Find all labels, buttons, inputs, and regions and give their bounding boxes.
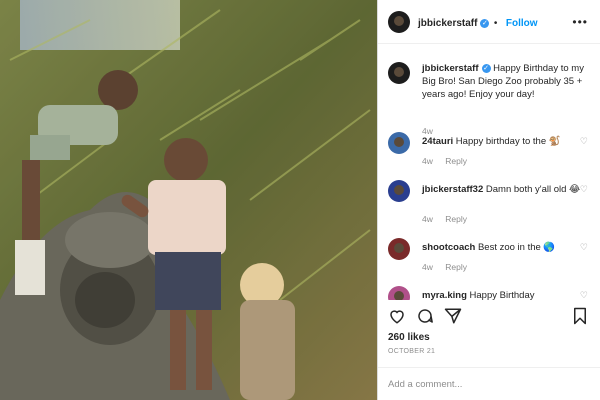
comment-text: Best zoo in the 🌎 <box>477 242 556 253</box>
list-item: shootcoach Best zoo in the 🌎 ♡ 4w Reply <box>388 238 590 278</box>
add-comment-bar[interactable]: Add a comment... <box>378 367 600 400</box>
reply-button[interactable]: Reply <box>445 262 467 272</box>
post-header: jbbickerstaff ✓ • Follow ••• <box>378 0 600 44</box>
reply-button[interactable]: Reply <box>445 156 467 166</box>
action-bar <box>378 302 600 332</box>
commenter-avatar[interactable] <box>388 286 410 300</box>
author-block: jbbickerstaff ✓ • Follow <box>418 13 538 31</box>
caption-username[interactable]: jbbickerstaff <box>422 63 479 74</box>
commenter-avatar[interactable] <box>388 238 410 260</box>
comment-icon[interactable] <box>416 307 434 325</box>
comment-meta: 4w Reply <box>422 156 477 166</box>
comment-username[interactable]: shootcoach <box>422 242 475 253</box>
heart-icon[interactable]: ♡ <box>580 242 588 253</box>
caption-text-block: jbbickerstaff ✓ Happy Birthday to my Big … <box>422 62 586 101</box>
comment-age: 4w <box>422 214 433 224</box>
comment-username[interactable]: jbickerstaff32 <box>422 184 483 195</box>
comment-text: Happy Birthday <box>469 290 535 300</box>
comment-text-block: shootcoach Best zoo in the 🌎 <box>422 241 586 254</box>
comment-age: 4w <box>422 262 433 272</box>
verified-icon: ✓ <box>480 18 490 28</box>
comment-text: Damn both y'all old 😂 <box>485 184 581 195</box>
heart-icon[interactable]: ♡ <box>580 290 588 300</box>
comment-username[interactable]: 24tauri <box>422 136 453 147</box>
comments-list: jbbickerstaff ✓ Happy Birthday to my Big … <box>378 44 600 300</box>
caption-avatar[interactable] <box>388 62 410 84</box>
follow-button[interactable]: Follow <box>506 18 538 29</box>
comment-text-block: 24tauri Happy birthday to the 🐒 <box>422 135 586 148</box>
comment-text: Happy birthday to the 🐒 <box>455 136 561 147</box>
author-username[interactable]: jbbickerstaff <box>418 18 477 29</box>
comment-text-block: myra.king Happy Birthday <box>422 289 586 300</box>
post-photo-image <box>0 0 377 400</box>
share-icon[interactable] <box>444 307 462 325</box>
post-date: OCTOBER 21 <box>388 348 436 355</box>
add-comment-input[interactable]: Add a comment... <box>388 379 462 390</box>
bookmark-icon[interactable] <box>572 307 588 325</box>
comment-text-block: jbickerstaff32 Damn both y'all old 😂 <box>422 183 586 196</box>
heart-icon[interactable] <box>388 307 406 325</box>
heart-icon[interactable]: ♡ <box>580 136 588 147</box>
list-item: myra.king Happy Birthday ♡ <box>388 286 590 300</box>
list-item: 24tauri Happy birthday to the 🐒 ♡ 4w Rep… <box>388 132 590 172</box>
more-icon[interactable]: ••• <box>572 15 588 29</box>
comment-meta: 4w Reply <box>422 262 477 272</box>
caption: jbbickerstaff ✓ Happy Birthday to my Big … <box>388 62 590 136</box>
instagram-post-modal: jbbickerstaff ✓ • Follow ••• jbbickerstaf… <box>0 0 600 400</box>
post-photo[interactable] <box>0 0 377 400</box>
comment-meta: 4w Reply <box>422 214 477 224</box>
commenter-avatar[interactable] <box>388 132 410 154</box>
author-avatar[interactable] <box>388 10 410 33</box>
comment-age: 4w <box>422 156 433 166</box>
comment-username[interactable]: myra.king <box>422 290 467 300</box>
reply-button[interactable]: Reply <box>445 214 467 224</box>
post-sidebar: jbbickerstaff ✓ • Follow ••• jbbickerstaf… <box>377 0 600 400</box>
verified-icon: ✓ <box>481 64 491 73</box>
separator-dot: • <box>493 17 498 29</box>
commenter-avatar[interactable] <box>388 180 410 202</box>
likes-count[interactable]: 260 likes <box>388 332 430 343</box>
list-item: jbickerstaff32 Damn both y'all old 😂 ♡ 4… <box>388 180 590 224</box>
heart-icon[interactable]: ♡ <box>580 184 588 195</box>
